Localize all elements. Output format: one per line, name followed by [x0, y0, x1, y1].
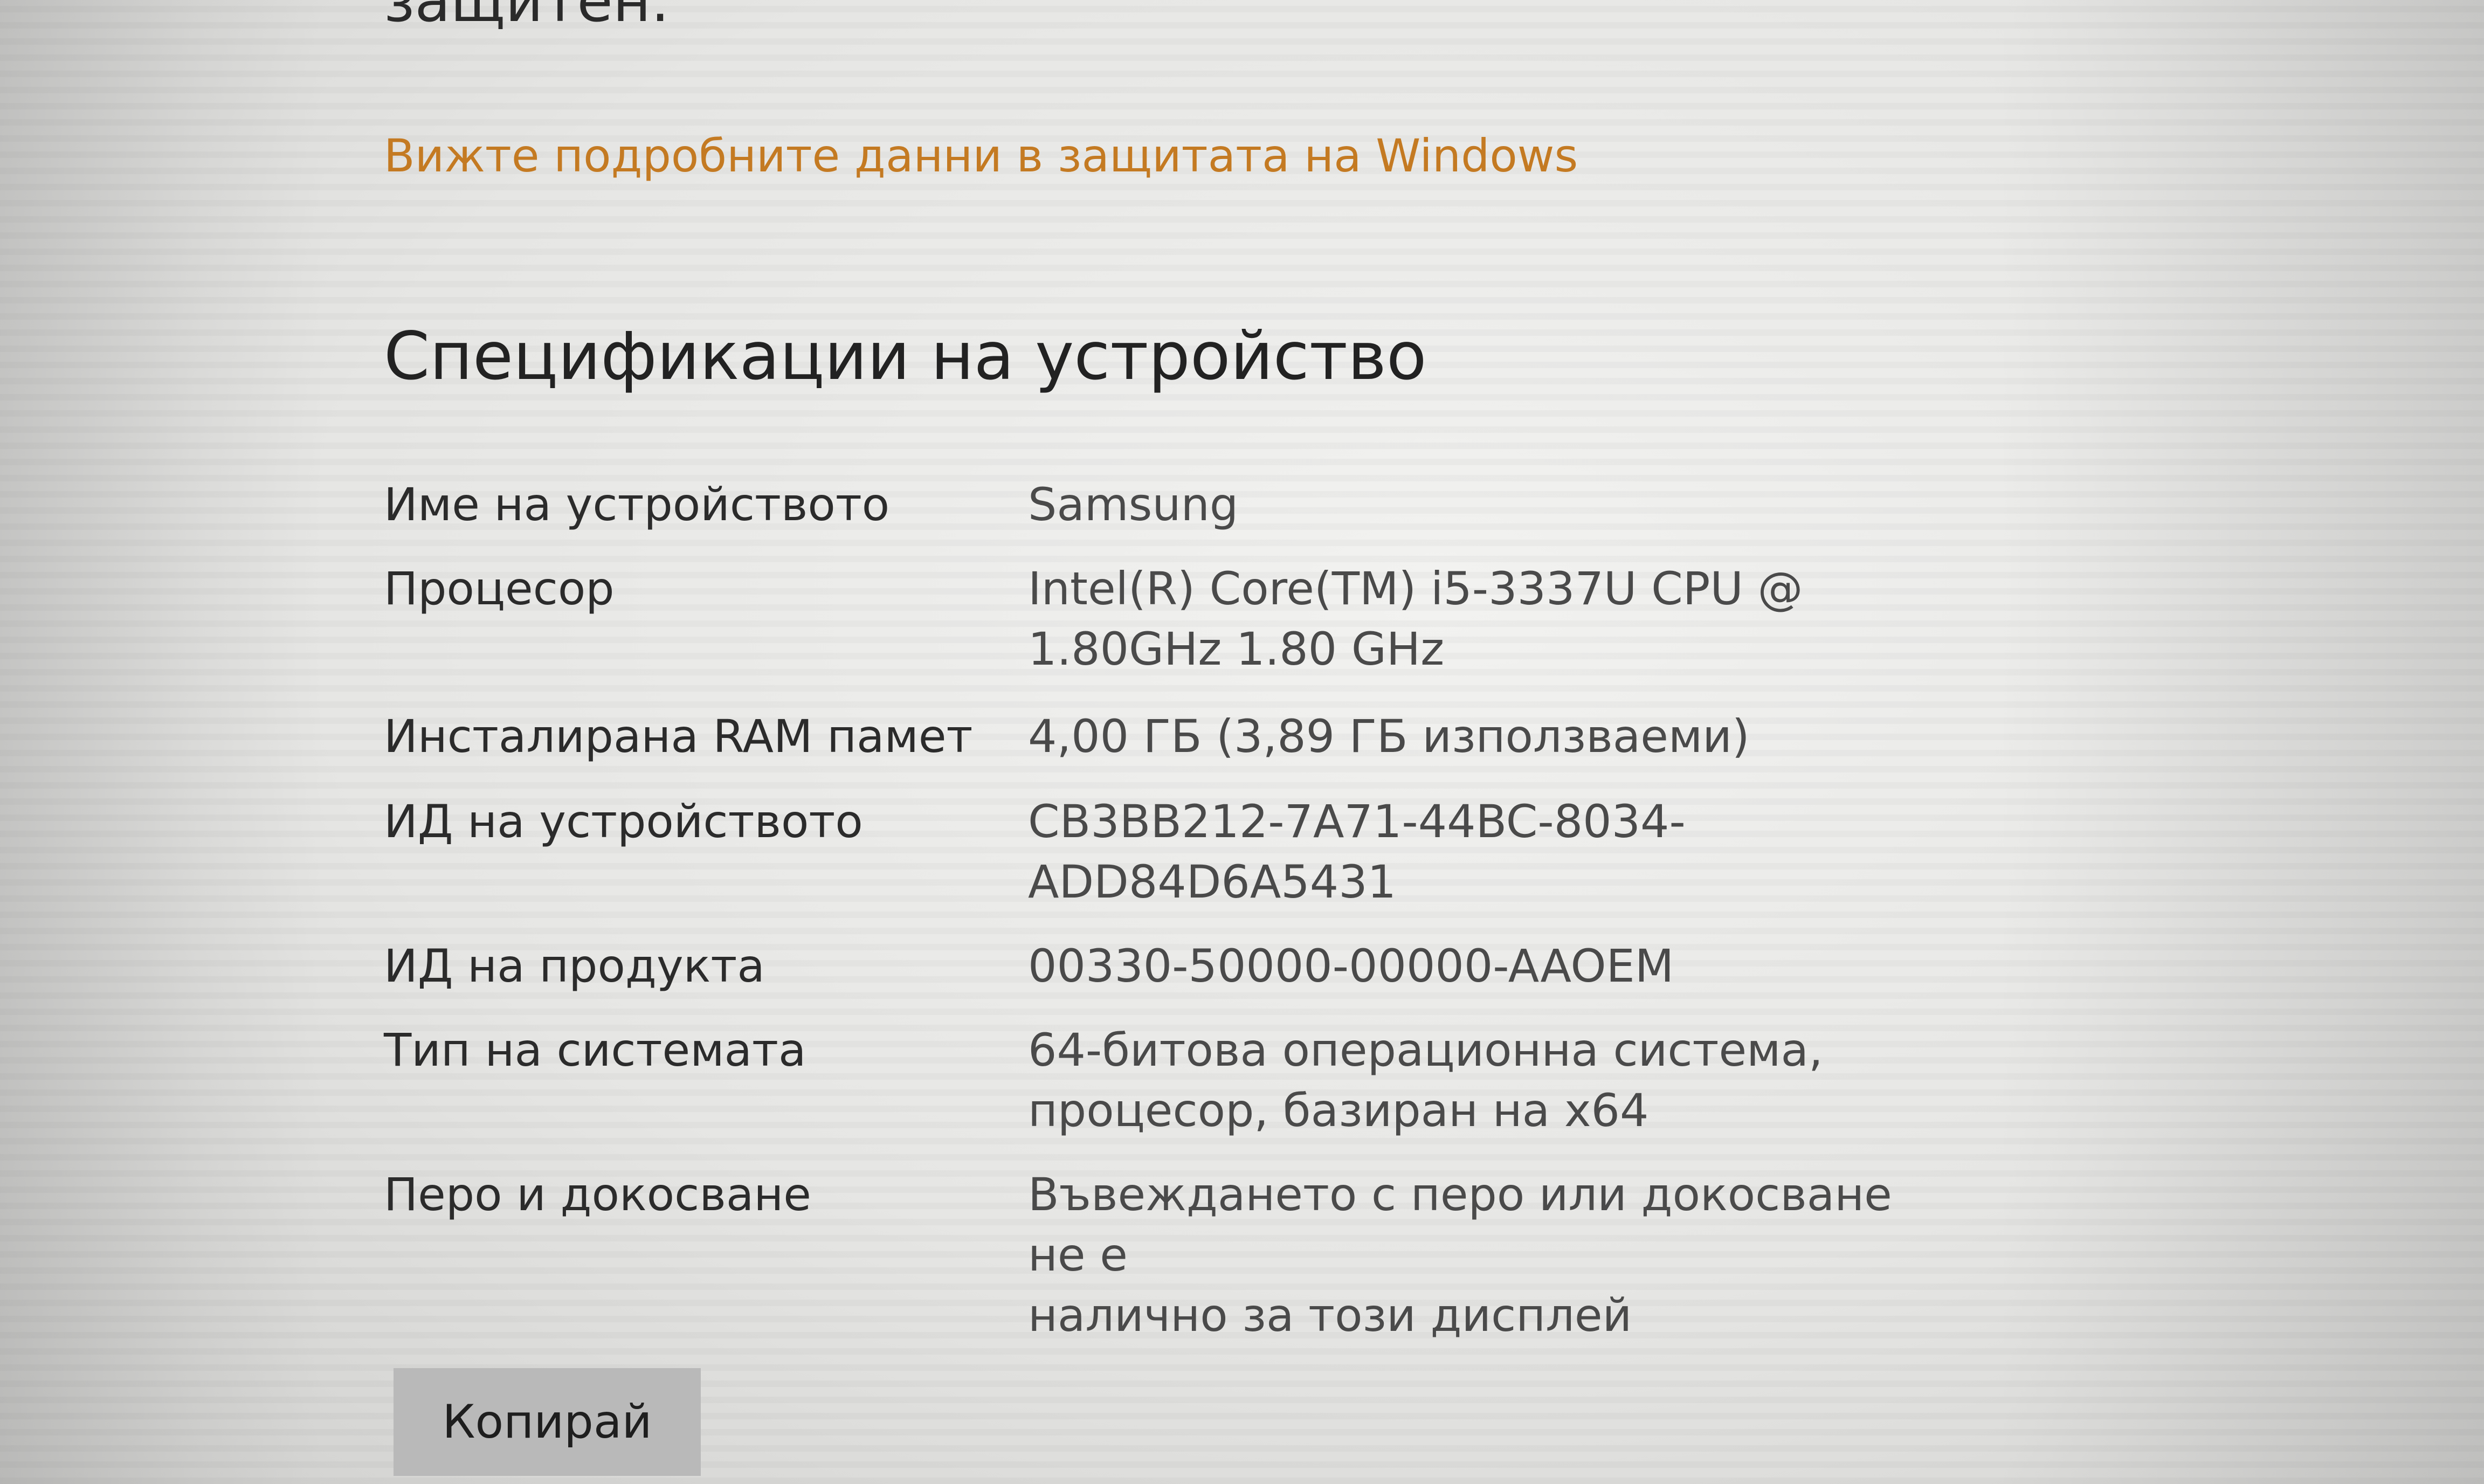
spec-value: Samsung — [1028, 478, 1239, 531]
device-specifications-title: Спецификации на устройство — [384, 318, 1427, 395]
device-specifications-table: Име на устройството Samsung Процесор Int… — [384, 474, 2001, 1345]
spec-row-installed-ram: Инсталирана RAM памет 4,00 ГБ (3,89 ГБ и… — [384, 706, 2001, 767]
spec-label: Процесор — [384, 562, 615, 615]
spec-row-product-id: ИД на продукта 00330-50000-00000-AAOEM — [384, 936, 2001, 996]
spec-label: ИД на продукта — [384, 940, 765, 992]
spec-value: CB3BB212-7A71-44BC-8034- ADD84D6A5431 — [1028, 795, 1686, 908]
spec-label: Име на устройството — [384, 478, 890, 531]
spec-value: 00330-50000-00000-AAOEM — [1028, 940, 1674, 992]
spec-value: 64-битова операционна система, процесор,… — [1028, 1024, 1823, 1137]
spec-label: Инсталирана RAM памет — [384, 710, 973, 763]
copy-button[interactable]: Копирай — [394, 1368, 701, 1476]
spec-label: Перо и докосване — [384, 1168, 811, 1221]
spec-value: Въвеждането с перо или докосване не е на… — [1028, 1168, 1892, 1342]
protection-status-text: защитен. — [384, 0, 670, 35]
spec-label: Тип на системата — [384, 1024, 806, 1076]
spec-row-device-id: ИД на устройството CB3BB212-7A71-44BC-80… — [384, 791, 2001, 912]
spec-row-pen-and-touch: Перо и докосване Въвеждането с перо или … — [384, 1164, 2001, 1345]
windows-security-details-link[interactable]: Вижте подробните данни в защитата на Win… — [384, 129, 1578, 182]
spec-value: Intel(R) Core(TM) i5-3337U CPU @ 1.80GHz… — [1028, 562, 1803, 675]
spec-value: 4,00 ГБ (3,89 ГБ използваеми) — [1028, 710, 1750, 763]
spec-row-system-type: Тип на системата 64-битова операционна с… — [384, 1020, 2001, 1141]
left-screen-shade — [0, 0, 323, 1484]
spec-label: ИД на устройството — [384, 795, 863, 848]
spec-row-processor: Процесор Intel(R) Core(TM) i5-3337U CPU … — [384, 558, 2001, 679]
spec-row-device-name: Име на устройството Samsung — [384, 474, 2001, 535]
right-screen-shade — [1999, 0, 2484, 1484]
